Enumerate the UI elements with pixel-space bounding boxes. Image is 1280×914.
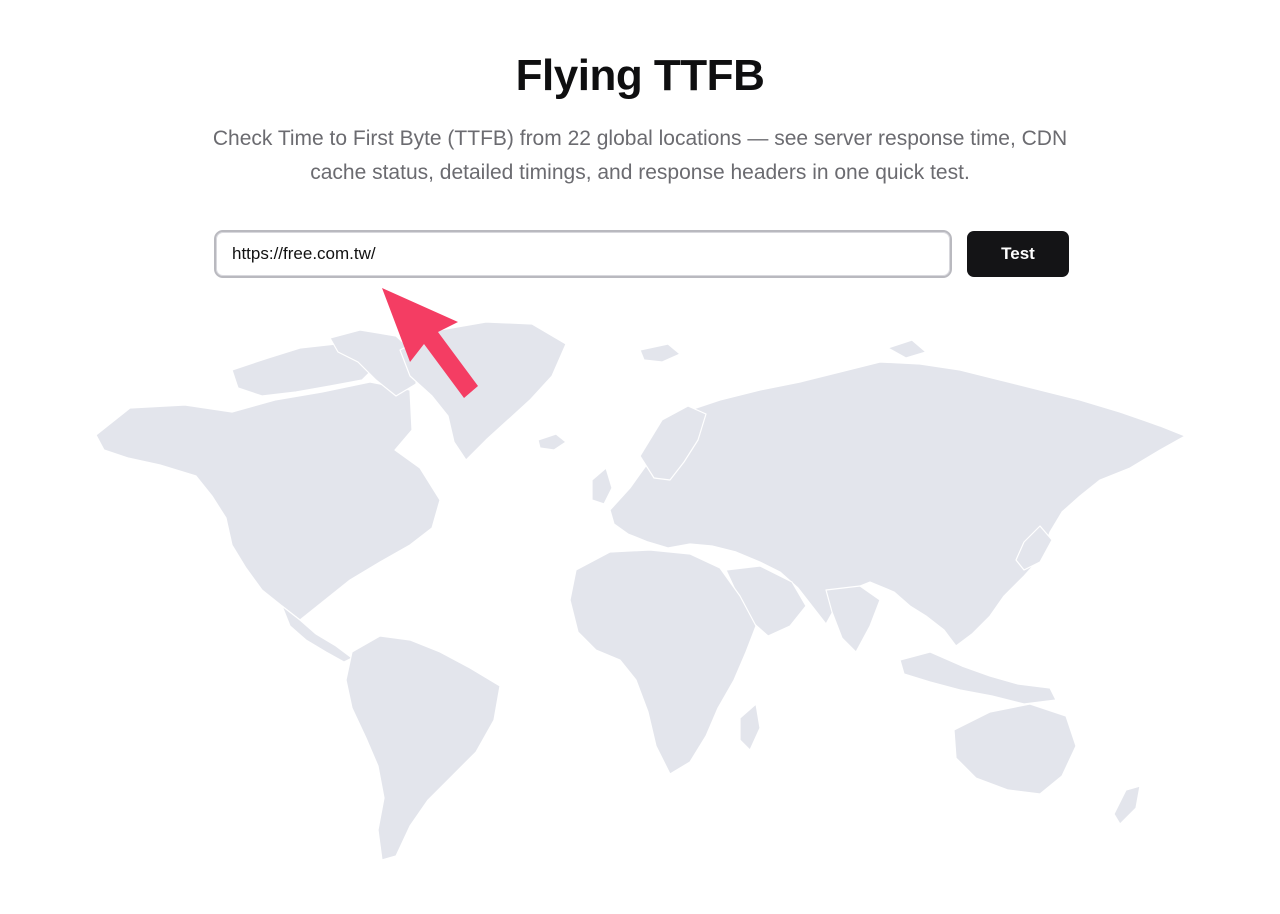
southeast-asia-shape xyxy=(899,651,1057,705)
south-america-shape xyxy=(345,635,501,861)
pointer-arrow-icon xyxy=(382,288,478,398)
uk-shape xyxy=(591,467,613,505)
australia-shape xyxy=(953,703,1077,795)
page-title: Flying TTFB xyxy=(515,51,765,100)
url-input[interactable] xyxy=(214,230,952,278)
africa-shape xyxy=(569,549,757,775)
iceland-shape xyxy=(537,433,567,451)
test-button[interactable]: Test xyxy=(967,231,1069,277)
new-zealand-shape xyxy=(1113,785,1141,825)
india-shape xyxy=(825,585,881,653)
north-russia-islands-shape xyxy=(887,339,927,359)
world-map-icon xyxy=(95,321,1186,861)
madagascar-shape xyxy=(739,703,761,751)
page-description: Check Time to First Byte (TTFB) from 22 … xyxy=(212,127,1068,184)
svalbard-shape xyxy=(639,343,681,363)
central-america-shape xyxy=(281,605,353,663)
